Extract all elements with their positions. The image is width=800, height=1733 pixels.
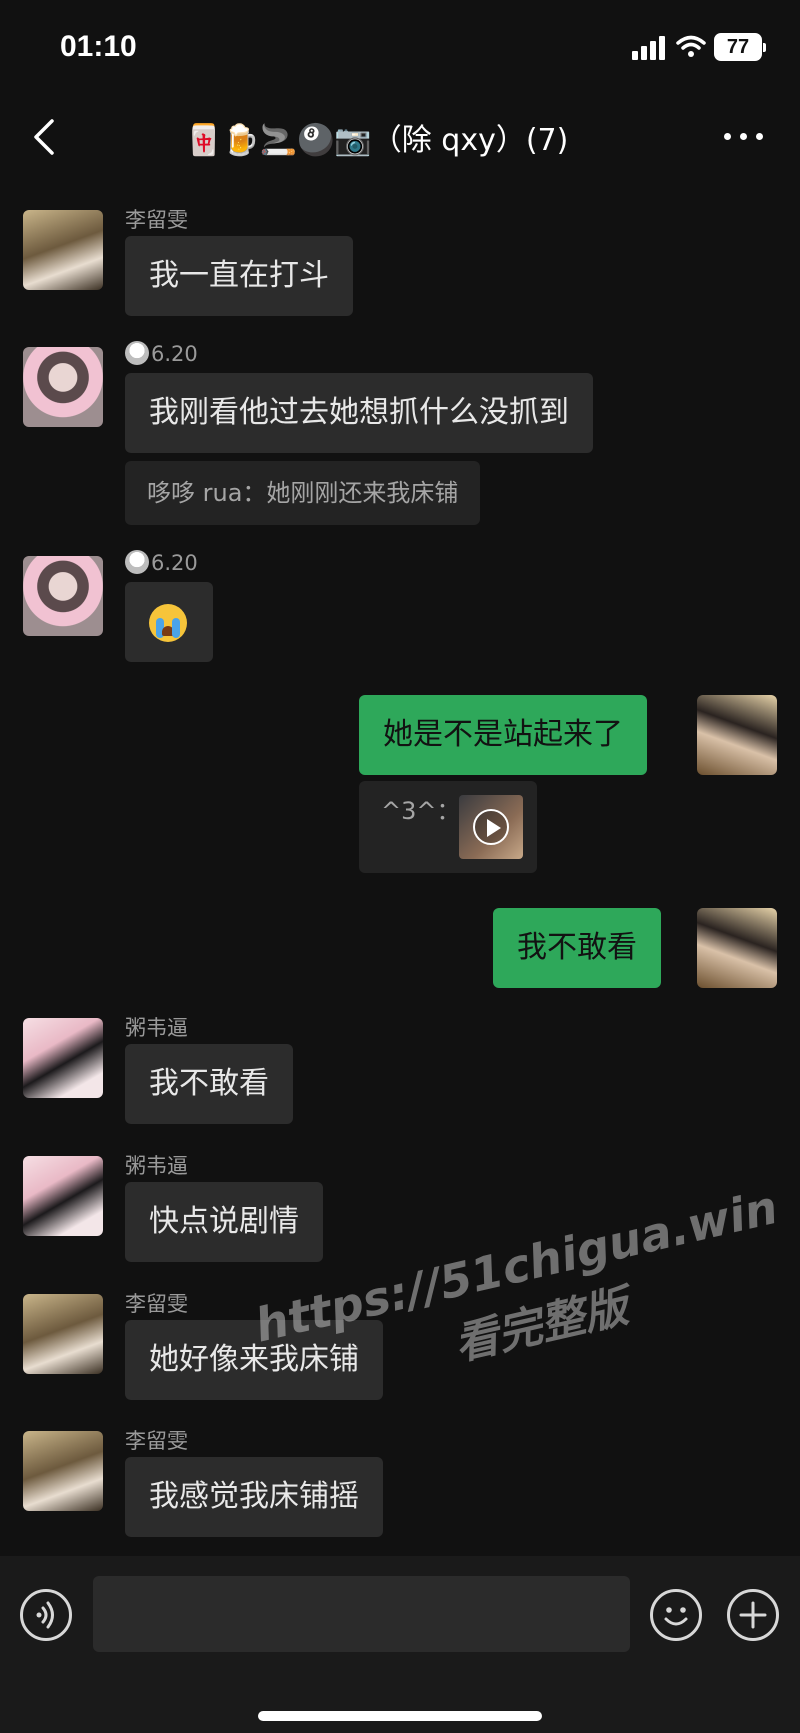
my-message-bubble[interactable]: 我不敢看 <box>493 908 661 988</box>
voice-icon <box>36 1601 54 1629</box>
sender-name: 李留雯 <box>125 208 188 232</box>
battery-icon: 77 <box>714 33 766 61</box>
emoji-icon <box>664 1607 688 1626</box>
avatar[interactable] <box>23 1294 103 1374</box>
plus-icon <box>739 1601 767 1629</box>
chat-title: 🀄🍺🚬🎱📷（除 qxy）(7) <box>185 123 569 158</box>
loudly-crying-emoji-icon <box>149 603 187 642</box>
sender-name: 李留雯 <box>125 1429 188 1453</box>
input-bar <box>0 1556 800 1733</box>
message-bubble[interactable]: 我不敢看 <box>125 1044 293 1124</box>
sender-name: 6.20 <box>125 550 198 575</box>
video-thumbnail[interactable] <box>459 795 523 859</box>
back-arrow-icon[interactable] <box>26 115 66 159</box>
avatar[interactable] <box>23 556 103 636</box>
sender-name: 粥韦逼 <box>125 1154 188 1178</box>
battery-level: 77 <box>726 36 750 58</box>
message-bubble[interactable]: 我刚看他过去她想抓什么没抓到 <box>125 373 593 453</box>
sender-name: 粥韦逼 <box>125 1016 188 1040</box>
voice-button[interactable] <box>20 1589 72 1641</box>
avatar[interactable] <box>23 1156 103 1236</box>
message-bubble[interactable]: 我感觉我床铺摇 <box>125 1457 383 1537</box>
more-dots-icon[interactable] <box>724 133 764 143</box>
chat-header: 🀄🍺🚬🎱📷（除 qxy）(7) <box>0 95 800 180</box>
play-icon[interactable] <box>473 809 509 845</box>
my-avatar[interactable] <box>697 908 777 988</box>
message-bubble[interactable]: 快点说剧情 <box>125 1182 323 1262</box>
wifi-icon <box>676 35 706 57</box>
my-message-bubble[interactable]: 她是不是站起来了 <box>359 695 647 775</box>
quoted-video-reply[interactable]: ^3^： <box>359 781 537 873</box>
home-indicator[interactable] <box>258 1711 542 1721</box>
message-bubble[interactable]: 我一直在打斗 <box>125 236 353 316</box>
sender-name-text: 6.20 <box>151 342 198 366</box>
rice-bowl-icon <box>125 550 149 574</box>
status-time: 01:10 <box>60 30 137 63</box>
message-bubble[interactable]: 她好像来我床铺 <box>125 1320 383 1400</box>
avatar[interactable] <box>23 347 103 427</box>
sender-name-text: 6.20 <box>151 551 198 575</box>
plus-button[interactable] <box>727 1589 779 1641</box>
avatar[interactable] <box>23 1431 103 1511</box>
cellular-signal-icon <box>632 36 666 60</box>
sender-name: 李留雯 <box>125 1292 188 1316</box>
message-bubble[interactable] <box>125 582 213 662</box>
avatar[interactable] <box>23 210 103 290</box>
message-input[interactable] <box>93 1576 630 1652</box>
emoji-button[interactable] <box>650 1589 702 1641</box>
message-list[interactable]: 李留雯 我一直在打斗 6.20 我刚看他过去她想抓什么没抓到 哆哆 rua：她刚… <box>0 180 800 1556</box>
rice-bowl-icon <box>125 341 149 365</box>
quoted-reply-text: ^3^： <box>381 797 461 825</box>
status-bar: 01:10 77 <box>0 0 800 95</box>
avatar[interactable] <box>23 1018 103 1098</box>
sender-name: 6.20 <box>125 341 198 366</box>
my-avatar[interactable] <box>697 695 777 775</box>
quoted-reply[interactable]: 哆哆 rua：她刚刚还来我床铺 <box>125 461 481 525</box>
